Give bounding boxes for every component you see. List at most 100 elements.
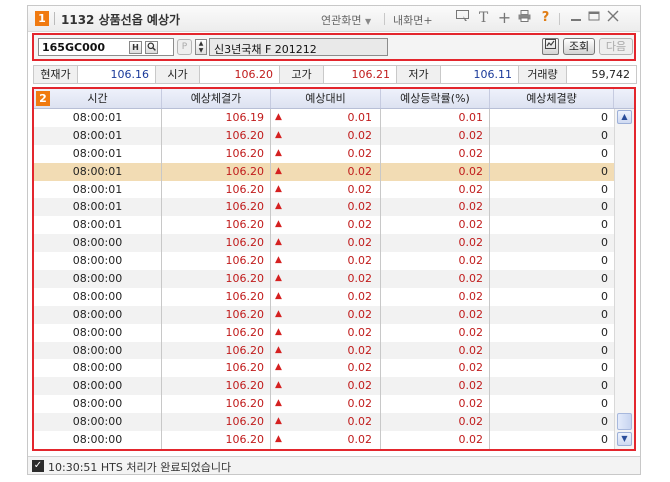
up-arrow-icon: ▲ [275,112,282,122]
table-row[interactable]: 08:00:00 106.20 ▲ 0.02 0.02 0 [34,252,614,271]
status-checkbox[interactable]: ✓ [32,460,44,472]
table-row[interactable]: 08:00:00 106.20 ▲ 0.02 0.02 0 [34,341,614,360]
cell-expected-change-value: 0.02 [347,164,373,178]
header-time[interactable]: 시간 [34,89,162,108]
my-screen-menu[interactable]: 내화면+ [393,12,433,28]
table-row[interactable]: 08:00:01 106.20 ▲ 0.02 0.02 0 [34,216,614,235]
cell-time: 08:00:00 [34,377,162,396]
up-arrow-icon: ▲ [275,362,282,373]
cell-expected-volume: 0 [601,415,608,429]
table-row[interactable]: 08:00:00 106.20 ▲ 0.02 0.02 0 [34,395,614,414]
history-button[interactable]: H [129,41,142,54]
close-icon[interactable] [605,10,620,26]
cell-time: 08:00:00 [34,287,162,306]
code-spinner[interactable]: ▲ ▼ [195,39,207,55]
cell-expected-rate: 0.02 [381,323,490,342]
cell-expected-volume: 0 [601,128,608,142]
cell-time: 08:00:00 [34,395,162,414]
header-expected-price[interactable]: 예상체결가 [162,89,271,108]
table-row[interactable]: 08:00:01 106.20 ▲ 0.02 0.02 0 [34,126,614,145]
vertical-scrollbar[interactable]: ▲ ▼ [614,109,634,449]
table-row[interactable]: 08:00:01 106.20 ▲ 0.02 0.02 0 [34,198,614,217]
grid-body: 08:00:01 106.19 ▲ 0.01 0.01 0 08:00:01 106.20 ▲ 0… [34,109,614,449]
table-row[interactable]: 08:00:00 106.20 ▲ 0.02 0.02 0 [34,305,614,324]
cell-time: 08:00:00 [34,341,162,360]
volume-label: 거래량 [519,66,567,83]
scroll-thumb[interactable] [617,413,632,430]
cell-time: 08:00:00 [34,413,162,432]
cell-expected-rate: 0.02 [381,341,490,360]
cell-expected-volume: 0 [601,200,608,214]
cell-expected-rate: 0.02 [381,377,490,396]
table-row[interactable]: 08:00:00 106.20 ▲ 0.02 0.02 0 [34,377,614,396]
up-arrow-icon: ▲ [275,129,282,140]
text-size-icon[interactable]: T [476,10,491,26]
up-arrow-icon: ▲ [275,308,282,319]
table-row[interactable]: 08:00:01 106.19 ▲ 0.01 0.01 0 [34,109,614,127]
dropdown-icon: ▼ [364,17,372,26]
related-screens-menu[interactable]: 연관화면 ▼ [321,12,371,28]
cell-expected-change: ▲ 0.02 [271,252,381,271]
cell-expected-volume: 0 [601,164,608,178]
search-icon[interactable] [145,41,158,54]
cell-time: 08:00:00 [34,323,162,342]
table-row[interactable]: 08:00:00 106.20 ▲ 0.02 0.02 0 [34,270,614,288]
cell-expected-price: 106.20 [162,180,271,199]
spin-down-icon[interactable]: ▼ [196,47,206,54]
table-row[interactable]: 08:00:01 106.20 ▲ 0.02 0.02 0 [34,162,614,181]
cell-expected-volume: 0 [601,361,608,375]
table-row[interactable]: 08:00:00 106.20 ▲ 0.02 0.02 0 [34,234,614,253]
maximize-icon[interactable] [586,10,601,26]
cell-expected-change: ▲ 0.02 [271,323,381,342]
cell-expected-volume: 0 [601,254,608,268]
table-row[interactable]: 08:00:00 106.20 ▲ 0.02 0.02 0 [34,287,614,306]
cell-time: 08:00:01 [34,126,162,145]
header-expected-change[interactable]: 예상대비 [271,89,381,108]
scroll-down-icon[interactable]: ▼ [617,432,632,446]
chart-icon[interactable] [542,38,559,55]
header-expected-rate[interactable]: 예상등락률(%) [381,89,490,108]
open-price-label: 시가 [156,66,200,83]
table-row[interactable]: 08:00:00 106.20 ▲ 0.02 0.02 0 [34,359,614,378]
table-row[interactable]: 08:00:00 106.20 ▲ 0.02 0.02 0 [34,323,614,342]
cell-expected-price: 106.20 [162,126,271,145]
up-arrow-icon: ▲ [275,219,282,230]
table-row[interactable]: 08:00:01 106.20 ▲ 0.02 0.02 0 [34,180,614,199]
cell-expected-price: 106.20 [162,323,271,342]
header-expected-volume[interactable]: 예상체결량 [490,89,614,108]
cell-expected-volume: 0 [601,433,608,447]
help-icon[interactable]: ? [538,10,553,26]
cell-expected-price: 106.20 [162,216,271,235]
instrument-name-field: 신3년국채 F 201212 [209,38,388,56]
p-button[interactable]: P [177,39,192,55]
up-arrow-icon: ▲ [275,416,282,427]
instrument-name: 신3년국채 F 201212 [214,43,317,56]
next-button[interactable]: 다음 [599,38,633,55]
up-arrow-icon: ▲ [275,183,282,194]
query-button[interactable]: 조회 [563,38,595,55]
cell-expected-rate: 0.02 [381,180,490,199]
code-input[interactable]: 165GC000 H [38,38,174,56]
spin-up-icon[interactable]: ▲ [196,40,206,47]
cell-time: 08:00:00 [34,359,162,378]
window-title: 1132 상품선옵 예상가 [61,13,181,27]
screen-icon[interactable] [455,10,470,26]
cell-time: 08:00:01 [34,109,162,127]
cell-expected-change: ▲ 0.02 [271,270,381,288]
cell-time: 08:00:00 [34,270,162,288]
menu-divider [384,13,385,25]
high-price-value: 106.21 [324,66,397,83]
minimize-icon[interactable] [568,10,583,26]
cell-expected-price: 106.20 [162,198,271,217]
table-row[interactable]: 08:00:00 106.20 ▲ 0.02 0.02 0 [34,431,614,449]
cell-time: 08:00:01 [34,216,162,235]
table-row[interactable]: 08:00:00 106.20 ▲ 0.02 0.02 0 [34,413,614,432]
cell-expected-rate: 0.02 [381,270,490,288]
up-arrow-icon: ▲ [275,237,282,248]
table-row[interactable]: 08:00:01 106.20 ▲ 0.02 0.02 0 [34,144,614,163]
cell-expected-rate: 0.02 [381,287,490,306]
scroll-up-icon[interactable]: ▲ [617,110,632,124]
plus-icon[interactable]: + [497,10,512,26]
cell-time: 08:00:00 [34,234,162,253]
print-icon[interactable] [517,10,532,26]
